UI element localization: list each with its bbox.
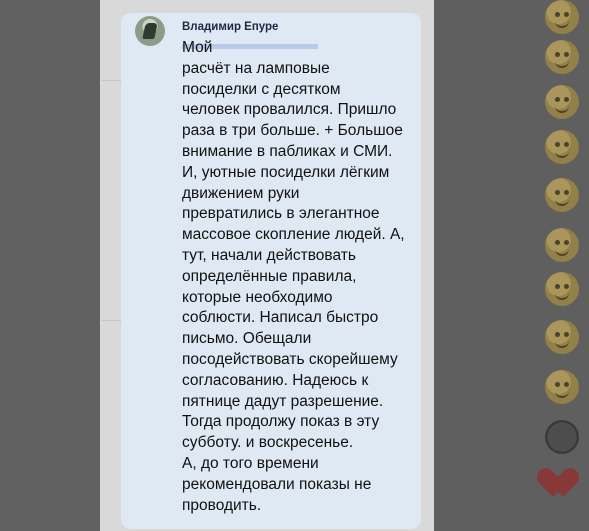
grin-icon[interactable] <box>545 228 579 262</box>
background-left-panel <box>0 0 100 531</box>
smile-icon[interactable] <box>545 0 579 34</box>
smirk-icon[interactable] <box>545 178 579 212</box>
sad-icon[interactable] <box>545 370 579 404</box>
happy-icon[interactable] <box>545 130 579 164</box>
tongue-icon[interactable] <box>545 40 579 74</box>
ninja-icon[interactable] <box>545 420 579 454</box>
avatar[interactable] <box>135 16 165 46</box>
wink-icon[interactable] <box>545 85 579 119</box>
neutral-icon[interactable] <box>545 272 579 306</box>
heart-icon[interactable] <box>545 465 579 499</box>
message-text: Мой расчёт на ламповые посиделки с десят… <box>182 39 405 514</box>
message-author[interactable]: Владимир Епуре <box>182 21 278 33</box>
cry-icon[interactable] <box>545 320 579 354</box>
